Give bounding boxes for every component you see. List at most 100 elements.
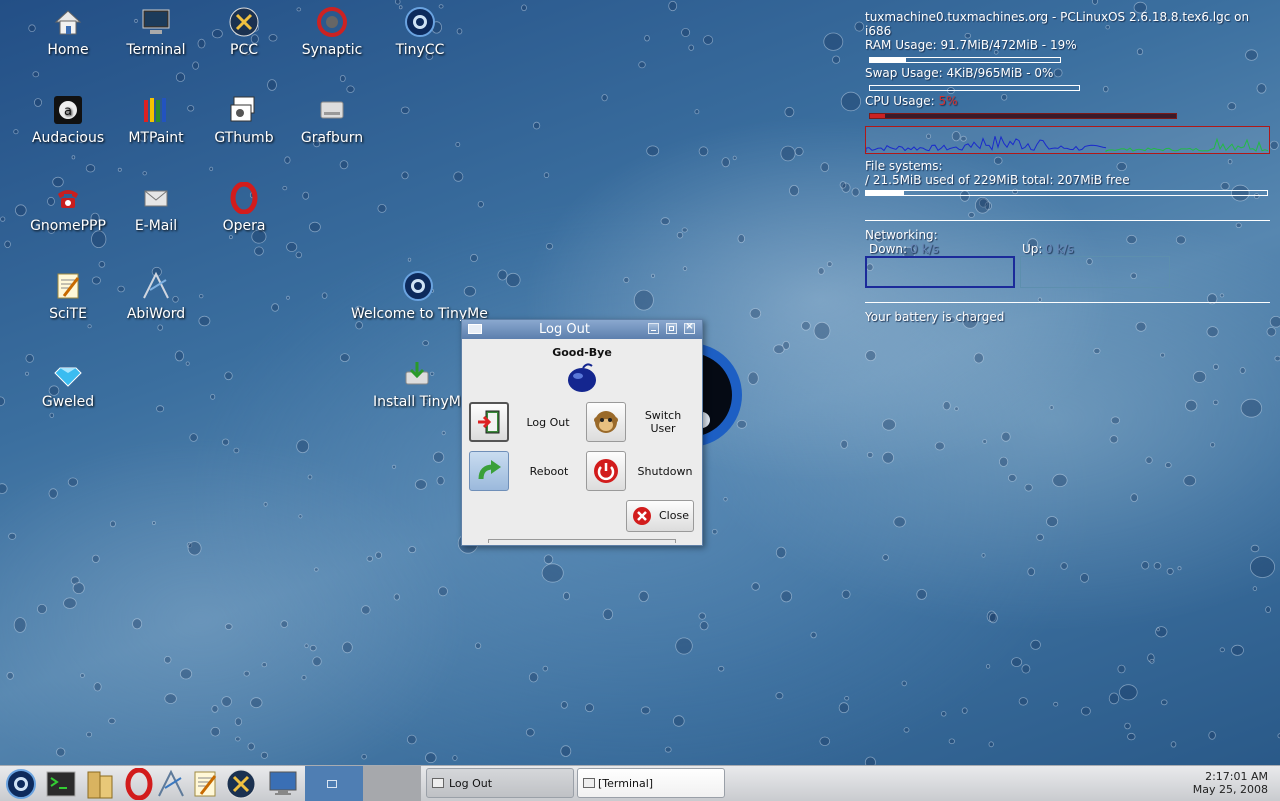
desktop-icon-terminal[interactable]: Terminal [112, 6, 200, 58]
raindrop [93, 682, 102, 692]
raindrop [401, 171, 409, 180]
raindrop [222, 438, 230, 446]
terminal-icon[interactable] [45, 768, 77, 800]
raindrop [882, 418, 896, 431]
raindrop [224, 623, 233, 630]
pcc-tools-icon[interactable] [225, 768, 257, 800]
raindrop [782, 340, 790, 350]
raindrop [682, 266, 688, 271]
raindrop [8, 532, 17, 540]
raindrop [497, 269, 508, 281]
desktop-icon-gweled[interactable]: Gweled [24, 358, 112, 410]
raindrop [234, 717, 242, 726]
raindrop [342, 641, 353, 654]
raindrop [1110, 416, 1121, 425]
desktop-icon-pcc[interactable]: PCC [200, 6, 288, 58]
system-monitor: tuxmachine0.tuxmachines.org - PCLinuxOS … [865, 10, 1270, 324]
tinyme-icon [403, 271, 433, 301]
email-icon [144, 190, 168, 207]
raindrop [339, 353, 350, 363]
window-menu-icon[interactable] [468, 324, 482, 334]
abiword-icon[interactable] [155, 768, 187, 800]
minimize-button[interactable] [648, 323, 659, 334]
raindrop [528, 672, 539, 683]
window-title: Log Out [539, 322, 590, 337]
maximize-button[interactable] [666, 323, 677, 334]
raindrop [1052, 473, 1068, 487]
raindrop [773, 344, 785, 355]
raindrop [198, 315, 211, 327]
raindrop [784, 106, 795, 118]
raindrop [91, 554, 100, 563]
raindrop [284, 156, 291, 164]
desktop-icon-opera[interactable]: Opera [200, 182, 288, 234]
desktop-icon-email[interactable]: E-Mail [112, 182, 200, 234]
scite-icon[interactable] [189, 768, 221, 800]
close-button[interactable]: Close [626, 500, 694, 532]
raindrop [1213, 363, 1219, 370]
raindrop [954, 406, 959, 411]
window-titlebar[interactable]: Log Out × [462, 320, 702, 339]
raindrop [601, 94, 608, 102]
desktop-icon-audacious[interactable]: a Audacious [24, 94, 112, 146]
switch-user-option-button[interactable] [586, 402, 626, 442]
tinyme-menu-icon[interactable] [5, 768, 37, 800]
workspace-1[interactable] [305, 766, 363, 801]
close-icon [633, 507, 651, 525]
desktop-icon-grafburn[interactable]: Grafburn [288, 94, 376, 146]
logout-door-icon [478, 410, 500, 434]
desktop-icon-install-tinyme[interactable]: Install TinyMe [373, 358, 461, 410]
mtpaint-icon [144, 98, 166, 122]
desktop-icon-tinycc[interactable]: TinyCC [376, 6, 464, 58]
raindrop [408, 546, 417, 554]
close-window-button[interactable]: × [684, 321, 695, 334]
desktop-icon-welcome-tinyme[interactable]: Welcome to TinyMe [351, 270, 488, 322]
raindrop [813, 321, 831, 340]
terminal-icon [142, 9, 170, 34]
raindrop [882, 451, 894, 464]
raindrop [810, 631, 817, 639]
opera-icon[interactable] [123, 768, 155, 800]
desktop-icon-label: Install TinyMe [373, 394, 461, 410]
raindrop [247, 742, 255, 751]
raindrop [13, 129, 19, 135]
desktop-icon-scite[interactable]: SciTE [24, 270, 112, 322]
desktop-icon-home[interactable]: Home [24, 6, 112, 58]
raindrop [1060, 562, 1068, 570]
raindrop [737, 234, 745, 244]
desktop-icon-label: AbiWord [126, 306, 186, 322]
raindrop [438, 586, 448, 597]
desktop-icon-gnomeppp[interactable]: GnomePPP [24, 182, 112, 234]
raindrop [505, 272, 521, 288]
clock[interactable]: 2:17:01 AM May 25, 2008 [1193, 770, 1268, 796]
monitor-icon[interactable] [267, 768, 299, 800]
desktop-icon-gthumb[interactable]: GThumb [200, 94, 288, 146]
task-terminal[interactable]: [Terminal] [577, 768, 725, 798]
desktop-icon-label: TinyCC [395, 42, 445, 58]
down-value: 0 k/s [910, 242, 939, 256]
upload-graph [1020, 256, 1170, 288]
raindrop [189, 433, 198, 442]
window-resize-edge[interactable] [488, 539, 676, 543]
raindrop [998, 456, 1009, 467]
desktop-icon-label: SciTE [49, 306, 87, 322]
desktop-icon-label: Synaptic [301, 42, 363, 58]
raindrop [0, 216, 6, 222]
task-logout[interactable]: Log Out [426, 768, 574, 798]
desktop-icon-mtpaint[interactable]: MTPaint [112, 94, 200, 146]
raindrop [841, 589, 851, 599]
raindrop [543, 554, 554, 565]
desktop-icon-synaptic[interactable]: Synaptic [288, 6, 376, 58]
raindrop [560, 701, 568, 709]
folder-icon[interactable] [84, 768, 116, 800]
raindrop [1046, 516, 1059, 527]
desktop-icon-abiword[interactable]: AbiWord [112, 270, 200, 322]
shutdown-option-button[interactable] [586, 451, 626, 491]
gthumb-icon [230, 96, 255, 122]
raindrop [718, 665, 725, 672]
reboot-option-button[interactable] [469, 451, 509, 491]
raindrop [1130, 493, 1138, 503]
workspace-2[interactable] [363, 766, 421, 801]
logout-option-button[interactable] [469, 402, 509, 442]
raindrop [1024, 483, 1033, 492]
